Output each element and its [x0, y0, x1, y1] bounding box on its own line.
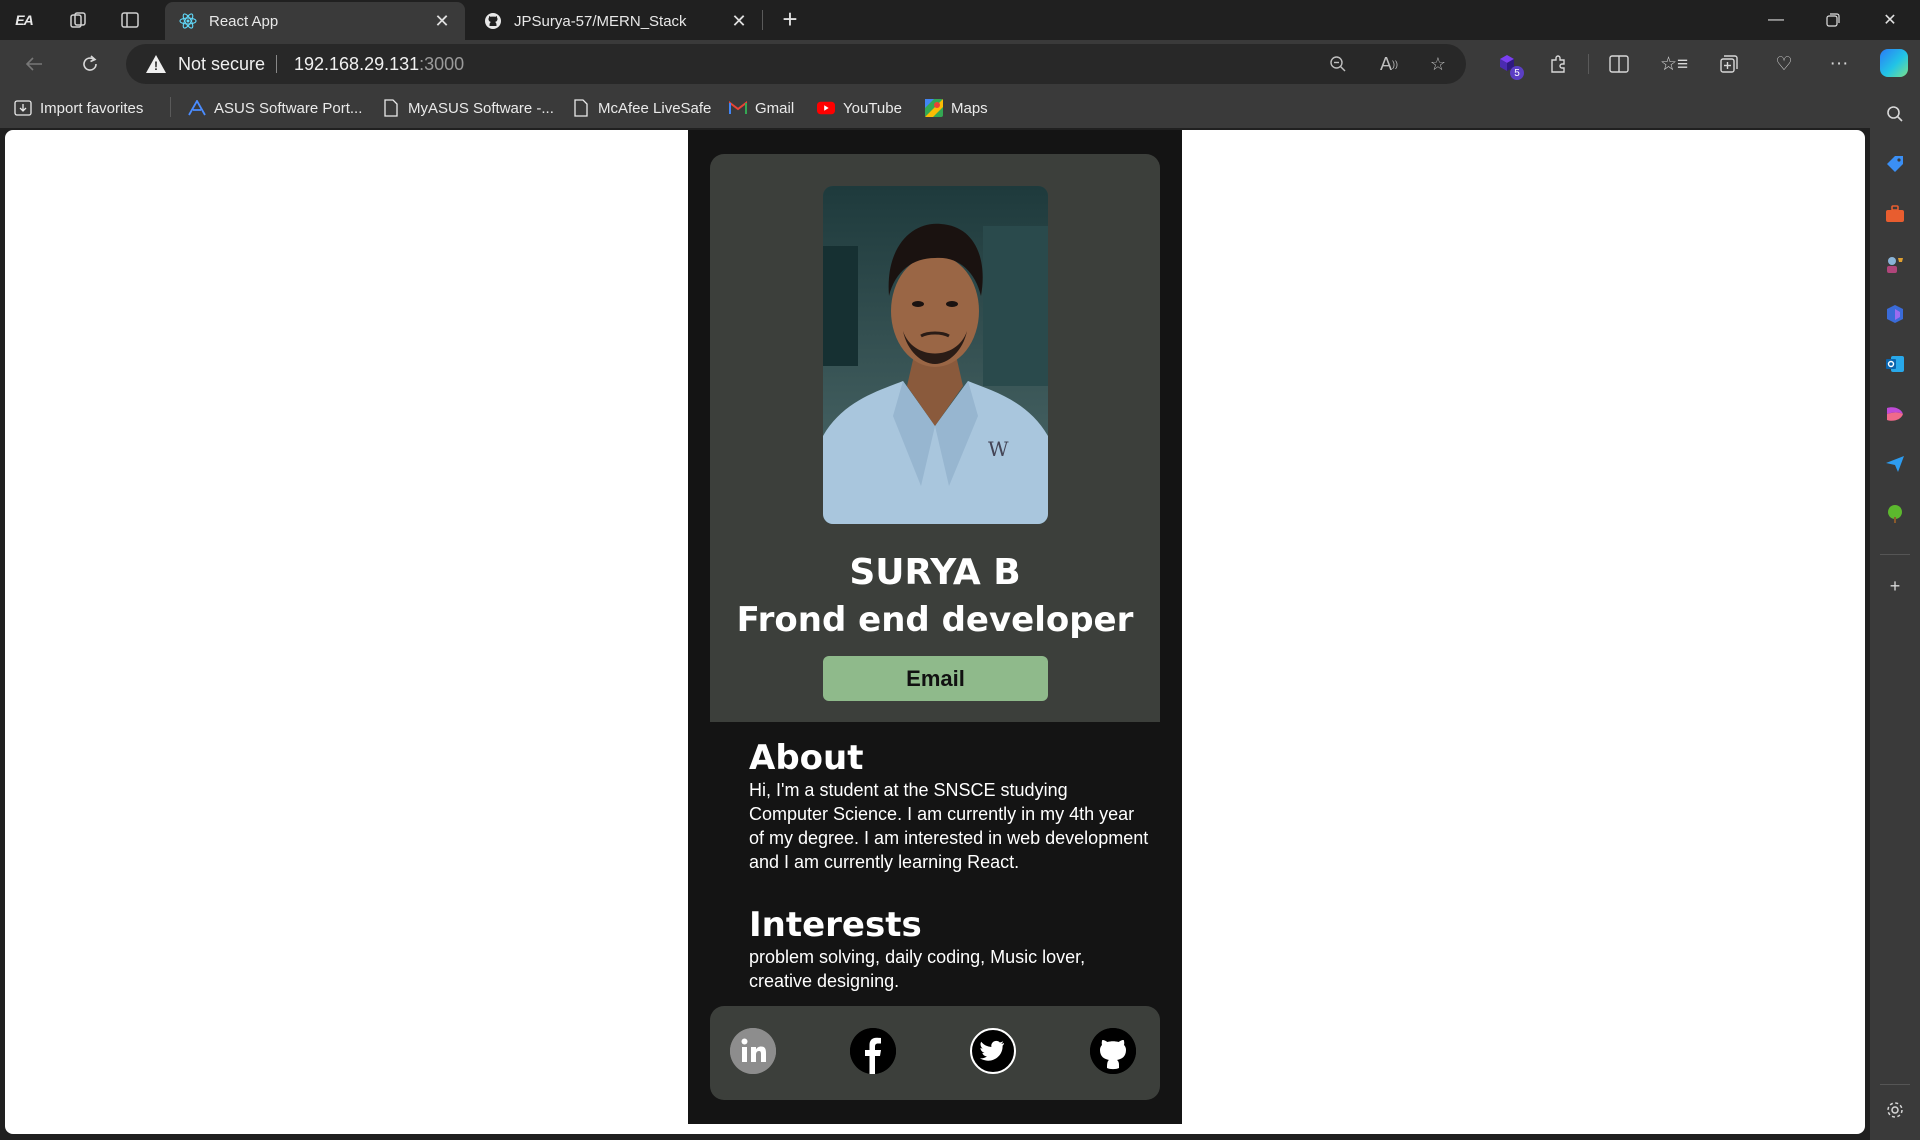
url-port: :3000 — [419, 54, 465, 74]
linkedin-icon[interactable] — [730, 1028, 776, 1074]
bookmark-youtube[interactable]: YouTube — [817, 96, 902, 120]
microsoft-365-icon[interactable] — [1881, 300, 1909, 328]
designer-icon[interactable] — [1881, 400, 1909, 428]
extensions-puzzle-icon[interactable] — [1541, 48, 1575, 80]
new-tab-icon[interactable]: + — [775, 4, 805, 34]
page-icon — [382, 99, 400, 117]
bookmark-maps[interactable]: Maps — [925, 96, 988, 120]
favorites-separator — [170, 97, 171, 117]
bookmark-mcafee-livesafe[interactable]: McAfee LiveSafe — [572, 96, 711, 120]
extension-badge: 5 — [1510, 66, 1524, 80]
facebook-icon[interactable] — [850, 1028, 896, 1074]
tab-separator — [762, 10, 763, 30]
email-button[interactable]: Email — [823, 656, 1048, 701]
interests-section: Interests problem solving, daily coding,… — [749, 905, 1149, 993]
title-bar: EA React App ✕ JPSurya-57/MERN_Stack ✕ +… — [0, 0, 1920, 40]
search-icon[interactable] — [1881, 100, 1909, 128]
page-viewport: W SURYA B Frond end developer Email Abou… — [5, 130, 1865, 1134]
github-icon — [484, 12, 502, 30]
profile-avatar[interactable]: EA — [10, 6, 38, 34]
about-text: Hi, I'm a student at the SNSCE studying … — [749, 780, 1149, 872]
bookmark-gmail[interactable]: Gmail — [729, 96, 794, 120]
toolbar-separator — [1588, 54, 1589, 74]
close-tab-icon[interactable]: ✕ — [728, 10, 750, 32]
shopping-tag-icon[interactable] — [1881, 150, 1909, 178]
workspaces-icon[interactable] — [64, 6, 92, 34]
tab-react-app[interactable]: React App ✕ — [165, 2, 465, 40]
sidebar-settings-icon[interactable] — [1881, 1096, 1909, 1124]
games-icon[interactable] — [1881, 250, 1909, 278]
copilot-icon[interactable] — [1880, 49, 1908, 77]
navigation-bar: Not secure 192.168.29.131:3000 A)) ☆ 5 ☆… — [0, 40, 1920, 88]
bookmark-label: MyASUS Software -... — [408, 99, 554, 117]
profile-photo: W — [823, 186, 1048, 524]
profile-role: Frond end developer — [736, 600, 1134, 640]
restore-icon[interactable] — [1805, 0, 1861, 40]
favorites-bar: Import favorites ASUS Software Port... M… — [0, 88, 1870, 128]
interests-heading: Interests — [749, 905, 922, 945]
twitter-icon[interactable] — [970, 1028, 1016, 1074]
bookmark-label: YouTube — [843, 99, 902, 117]
asus-icon — [188, 99, 206, 117]
security-label[interactable]: Not secure — [178, 54, 265, 75]
tab-title: JPSurya-57/MERN_Stack — [514, 12, 687, 30]
url-host: 192.168.29.131 — [294, 54, 420, 74]
url-text[interactable]: 192.168.29.131:3000 — [294, 54, 464, 75]
bookmark-label: Import favorites — [40, 99, 144, 117]
bookmark-label: Maps — [951, 99, 988, 117]
collections-icon[interactable] — [1712, 48, 1746, 80]
outlook-icon[interactable] — [1881, 350, 1909, 378]
address-separator — [276, 55, 277, 73]
browser-essentials-icon[interactable]: ♡ — [1767, 48, 1801, 80]
page-icon — [572, 99, 590, 117]
send-icon[interactable] — [1881, 450, 1909, 478]
bookmark-asus-software-portal[interactable]: ASUS Software Port... — [188, 96, 362, 120]
tools-briefcase-icon[interactable] — [1881, 200, 1909, 228]
read-aloud-icon[interactable]: A)) — [1377, 52, 1401, 76]
favorite-star-icon[interactable]: ☆ — [1426, 52, 1450, 76]
import-icon — [14, 99, 32, 117]
extension-icon[interactable]: 5 — [1490, 48, 1524, 80]
svg-text:W: W — [988, 437, 1009, 461]
youtube-icon — [817, 99, 835, 117]
refresh-icon[interactable] — [72, 48, 108, 80]
bookmark-myasus-software[interactable]: MyASUS Software -... — [382, 96, 554, 120]
close-tab-icon[interactable]: ✕ — [431, 10, 453, 32]
close-window-icon[interactable]: ✕ — [1862, 0, 1918, 40]
split-screen-icon[interactable] — [1602, 48, 1636, 80]
edge-sidebar: + — [1870, 88, 1920, 1140]
minimize-icon[interactable]: — — [1748, 0, 1804, 40]
tab-title: React App — [209, 12, 279, 30]
settings-more-icon[interactable]: ··· — [1822, 48, 1856, 80]
sidebar-separator — [1880, 1084, 1910, 1085]
maps-icon — [925, 99, 943, 117]
bookmark-label: Gmail — [755, 99, 795, 117]
profile-name: SURYA B — [849, 552, 1021, 593]
favorites-icon[interactable]: ☆≡ — [1657, 48, 1691, 80]
portfolio-card: W SURYA B Frond end developer Email Abou… — [688, 130, 1182, 1124]
back-icon[interactable] — [16, 48, 52, 80]
react-icon — [179, 12, 197, 30]
tab-actions-icon[interactable] — [116, 6, 144, 34]
profile-header: W SURYA B Frond end developer Email — [710, 154, 1160, 722]
tab-github[interactable]: JPSurya-57/MERN_Stack ✕ — [470, 2, 762, 40]
address-bar[interactable]: Not secure 192.168.29.131:3000 A)) ☆ — [126, 44, 1466, 84]
bookmark-import-favorites[interactable]: Import favorites — [14, 96, 143, 120]
warning-icon[interactable] — [146, 55, 166, 73]
about-section: About Hi, I'm a student at the SNSCE stu… — [749, 738, 1149, 874]
bookmark-label: ASUS Software Port... — [214, 99, 363, 117]
sidebar-separator — [1880, 554, 1910, 555]
tree-icon[interactable] — [1881, 500, 1909, 528]
bookmark-label: McAfee LiveSafe — [598, 99, 712, 117]
about-heading: About — [749, 738, 864, 778]
zoom-out-icon[interactable] — [1326, 52, 1350, 76]
interests-text: problem solving, daily coding, Music lov… — [749, 947, 1086, 991]
social-links-bar — [710, 1006, 1160, 1100]
add-icon[interactable]: + — [1881, 572, 1909, 600]
gmail-icon — [729, 99, 747, 117]
github-icon[interactable] — [1090, 1028, 1136, 1074]
